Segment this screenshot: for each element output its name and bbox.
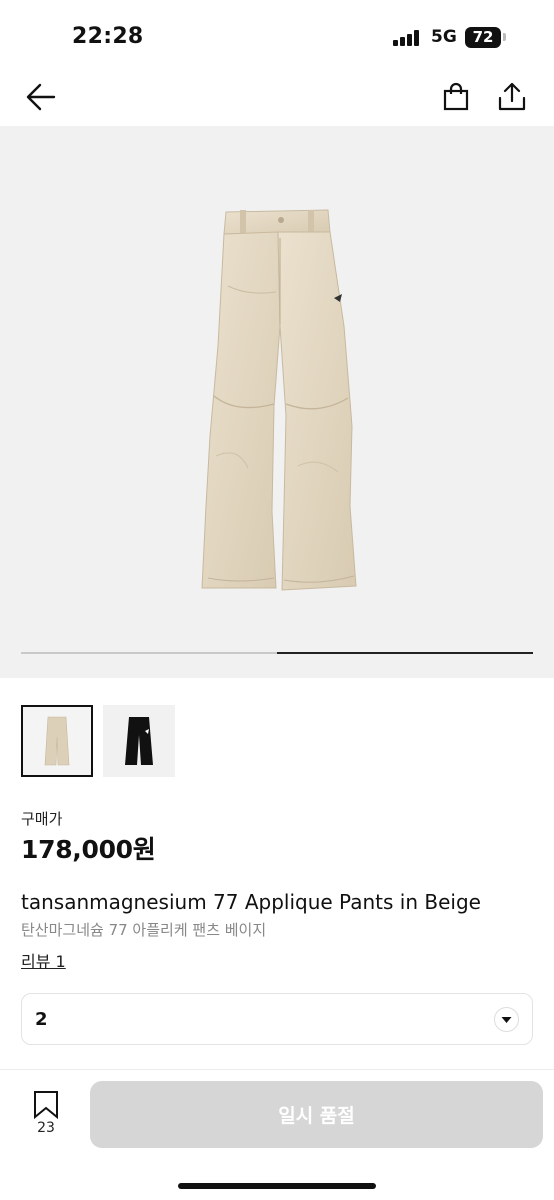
share-button[interactable] [497, 81, 527, 113]
arrow-left-icon [26, 83, 56, 111]
carousel-progress-fill [277, 652, 533, 654]
bookmark-count: 23 [37, 1120, 55, 1136]
product-title-ko: 탄산마그네슘 77 아플리케 팬츠 베이지 [21, 921, 267, 939]
carousel-progress-track [21, 652, 533, 654]
option-select[interactable]: 2 [21, 993, 533, 1045]
battery-cap [503, 33, 506, 41]
black-pants-thumbnail [125, 717, 153, 765]
home-indicator [178, 1183, 376, 1189]
status-bar: 22:28 5G 72 [0, 0, 554, 70]
sold-out-button[interactable]: 일시 품절 [90, 1081, 543, 1148]
review-link[interactable]: 리뷰 1 [21, 948, 66, 972]
status-time: 22:28 [72, 24, 144, 49]
price-label: 구매가 [21, 810, 63, 828]
share-icon [498, 82, 526, 111]
back-button[interactable] [24, 82, 58, 112]
shopping-bag-icon [443, 82, 469, 111]
thumbnail-beige[interactable] [21, 705, 93, 777]
product-image-carousel[interactable] [0, 126, 554, 678]
battery-icon: 72 [465, 27, 501, 48]
bookmark-button[interactable]: 23 [26, 1090, 66, 1140]
chevron-down-icon [494, 1007, 519, 1032]
beige-pants-thumbnail [44, 716, 70, 766]
option-select-value: 2 [35, 1009, 48, 1030]
beige-pants-image [201, 209, 357, 591]
network-type: 5G [431, 27, 457, 47]
top-nav-bar [0, 70, 554, 126]
price-value: 178,000원 [21, 835, 156, 864]
product-title-en: tansanmagnesium 77 Applique Pants in Bei… [21, 890, 481, 914]
bookmark-icon [34, 1091, 58, 1120]
bottom-bar-divider [0, 1069, 554, 1070]
thumbnail-black[interactable] [103, 705, 175, 777]
signal-strength-icon [393, 30, 423, 46]
shopping-bag-button[interactable] [441, 82, 471, 112]
